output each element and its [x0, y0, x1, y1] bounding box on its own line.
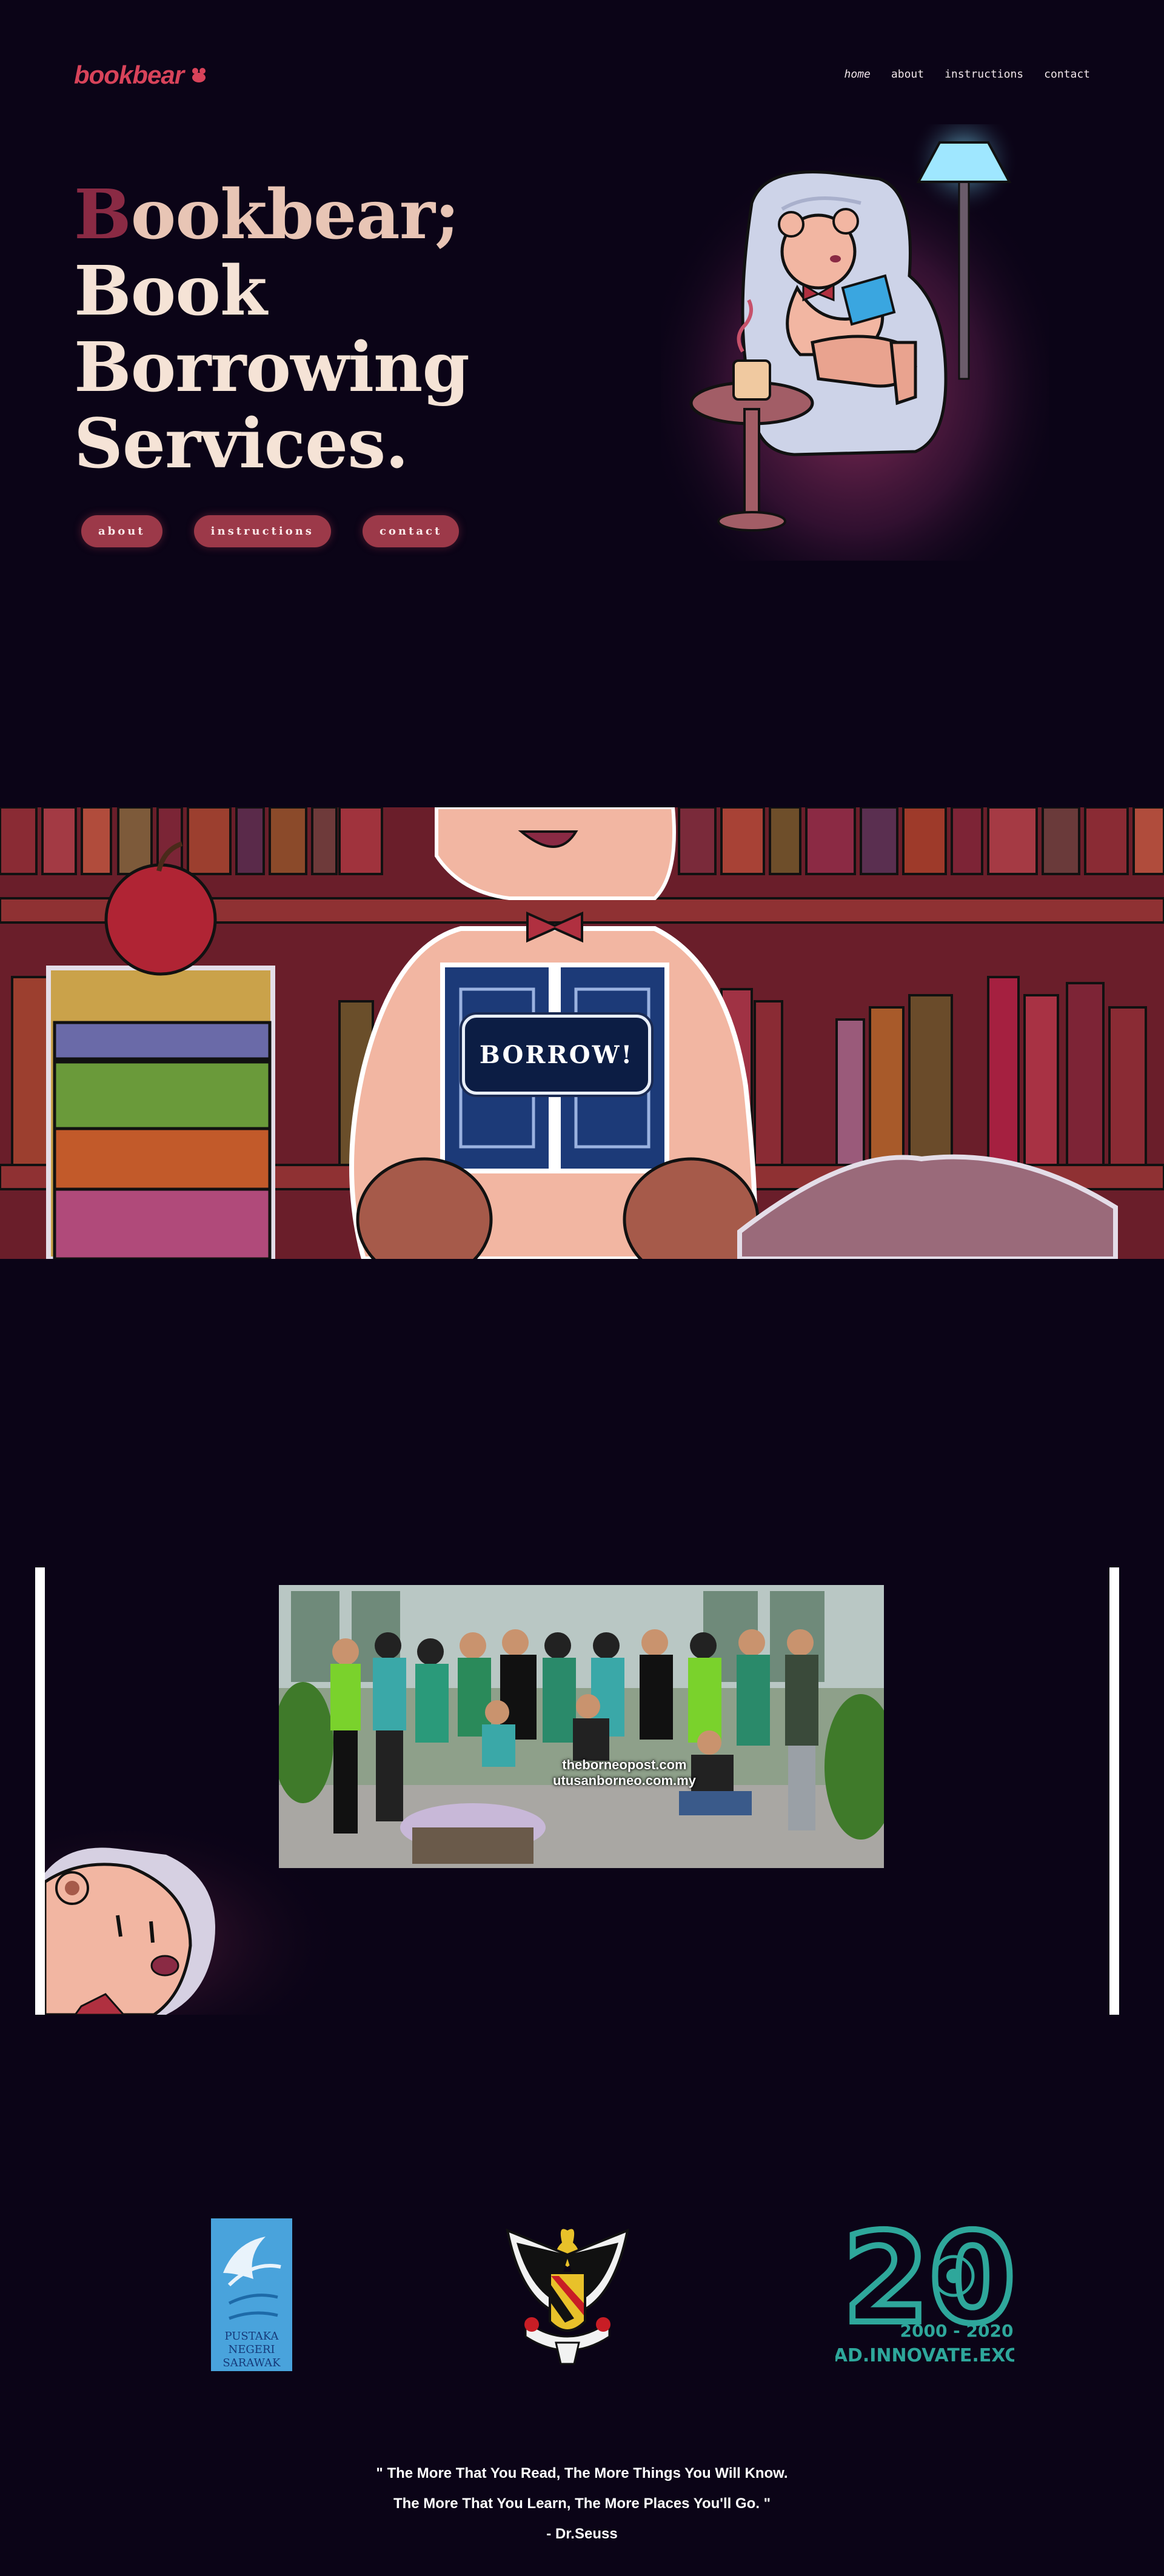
bear-reading-illustration — [661, 124, 1049, 561]
quote-author: - Dr.Seuss — [546, 2526, 618, 2542]
brand-name: bookbear — [74, 61, 184, 89]
quote-line-1: " The More That You Read, The More Thing… — [376, 2465, 788, 2481]
group-photo — [279, 1585, 884, 1868]
hero-title-line-4: Services. — [74, 404, 409, 484]
nav-instructions[interactable]: instructions — [945, 68, 1023, 81]
photo-watermark: theborneopost.com utusanborneo.com.my — [553, 1757, 696, 1789]
paw-icon — [192, 68, 206, 82]
top-nav: home about instructions contact — [845, 68, 1090, 81]
hero-buttons: about instructions contact — [81, 515, 460, 547]
hero-title-rest: ookbear; — [130, 175, 460, 255]
hero-title-line-2: Book — [74, 252, 267, 331]
pustaka-negeri-sarawak-logo: PUSTAKA NEGERI SARAWAK — [211, 2218, 292, 2371]
instructions-button[interactable]: instructions — [193, 515, 331, 547]
twenty-years-anniversary-logo: 20 2000 - 2020 READ.INNOVATE.EXCEL — [835, 2218, 1014, 2366]
pustaka-line-1: PUSTAKA — [224, 2330, 279, 2343]
borrow-button[interactable]: BORROW! — [462, 1015, 651, 1095]
brand-logo[interactable]: bookbear — [74, 61, 208, 90]
nav-home[interactable]: home — [845, 68, 871, 81]
pustaka-line-3: SARAWAK — [222, 2357, 281, 2369]
hero-title-line-3: Borrowing — [74, 328, 470, 407]
hero-title-initial: B — [74, 175, 132, 255]
contact-button[interactable]: contact — [362, 515, 460, 547]
watermark-line-1: theborneopost.com — [562, 1757, 687, 1772]
footer-quote: " The More That You Read, The More Thing… — [0, 2458, 1164, 2549]
nav-about[interactable]: about — [891, 68, 924, 81]
nav-contact[interactable]: contact — [1044, 68, 1090, 81]
twenty-tagline: READ.INNOVATE.EXCEL — [835, 2345, 1014, 2366]
twenty-years: 2000 - 2020 — [900, 2321, 1014, 2341]
pustaka-line-2: NEGERI — [228, 2343, 275, 2356]
about-button[interactable]: about — [81, 515, 162, 547]
hero-title: Bookbear; Book Borrowing Services. — [74, 175, 470, 484]
quote-line-2: The More That You Learn, The More Places… — [393, 2495, 771, 2512]
sarawak-coat-of-arms-logo — [506, 2228, 629, 2365]
watermark-line-2: utusanborneo.com.my — [553, 1773, 696, 1788]
